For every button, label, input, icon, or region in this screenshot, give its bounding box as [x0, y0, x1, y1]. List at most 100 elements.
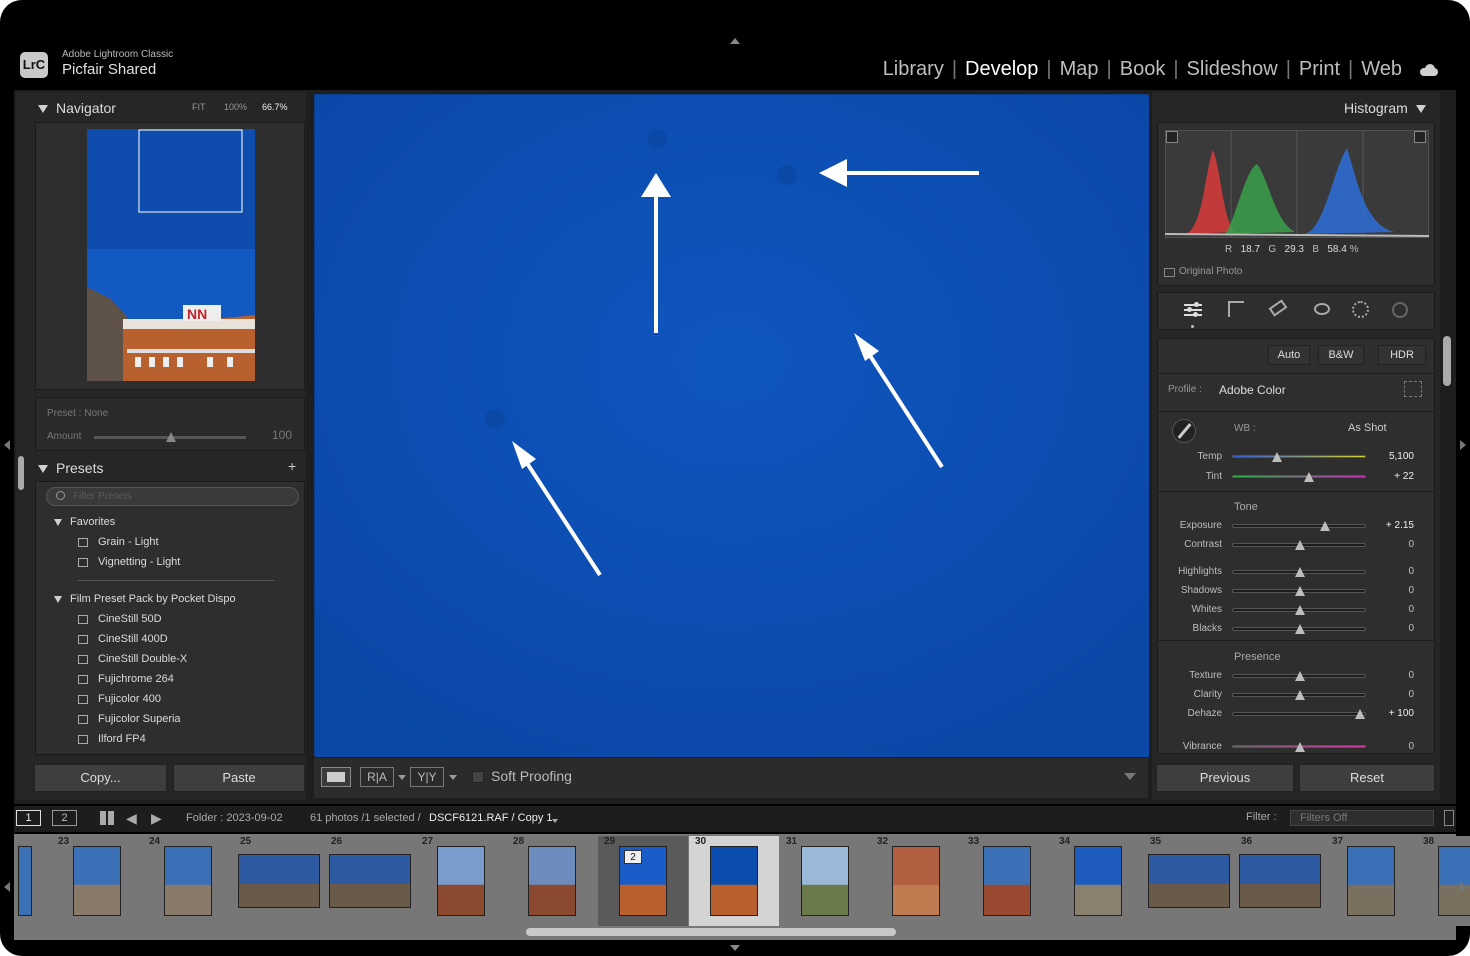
masking-icon[interactable]: [1352, 301, 1369, 318]
filmstrip-cell[interactable]: 31: [780, 836, 870, 926]
slider-track[interactable]: [1232, 540, 1366, 550]
presets-header[interactable]: Presets: [38, 460, 103, 476]
secondary-window-button[interactable]: 2: [52, 810, 77, 826]
slider-track[interactable]: [1232, 452, 1366, 462]
bw-button[interactable]: B&W: [1318, 345, 1364, 365]
folder-source[interactable]: Folder : 2023-09-02: [186, 812, 283, 824]
primary-window-button[interactable]: 1: [16, 810, 41, 826]
slider-track[interactable]: [1232, 472, 1366, 482]
slider-value[interactable]: 5,100: [1389, 451, 1414, 462]
filmstrip-left-toggle-icon[interactable]: [4, 882, 10, 892]
filmstrip-cell[interactable]: 35: [1144, 836, 1234, 926]
histogram-header[interactable]: Histogram: [1344, 100, 1426, 116]
before-after-yy-button[interactable]: Y|Y: [410, 767, 444, 787]
slider-value[interactable]: 0: [1408, 566, 1414, 577]
slider-value[interactable]: 0: [1408, 585, 1414, 596]
slider-thumb-icon[interactable]: [1295, 671, 1305, 681]
filter-lock-icon[interactable]: [1444, 810, 1454, 826]
filmstrip-cell[interactable]: 37: [1326, 836, 1416, 926]
slider-track[interactable]: [1232, 605, 1366, 615]
filmstrip-cell[interactable]: 30: [689, 836, 779, 926]
filmstrip-right-toggle-icon[interactable]: [1460, 882, 1466, 892]
slider-shadows[interactable]: Shadows 0: [1160, 583, 1428, 599]
filmstrip-scrollbar[interactable]: [526, 928, 896, 936]
hdr-button[interactable]: HDR: [1378, 345, 1426, 365]
slider-track[interactable]: [1232, 567, 1366, 577]
slider-value[interactable]: + 22: [1394, 471, 1414, 482]
filmstrip-thumbnail[interactable]: [437, 846, 485, 916]
slider-value[interactable]: 0: [1408, 539, 1414, 550]
slider-thumb-icon[interactable]: [1295, 586, 1305, 596]
filmstrip-thumbnail[interactable]: [1239, 854, 1321, 908]
filter-dropdown[interactable]: Filters Off: [1290, 810, 1434, 826]
slider-value[interactable]: 0: [1408, 670, 1414, 681]
preset-fujichrome-264[interactable]: Fujichrome 264: [54, 669, 294, 689]
slider-thumb-icon[interactable]: [1295, 742, 1305, 752]
auto-button[interactable]: Auto: [1268, 345, 1310, 365]
slider-dehaze[interactable]: Dehaze + 100: [1160, 706, 1428, 722]
left-scroll-handle[interactable]: [18, 456, 24, 490]
forward-arrow-icon[interactable]: ▶: [151, 811, 162, 825]
profile-dropdown[interactable]: Adobe Color: [1219, 383, 1286, 397]
bottom-panel-toggle-icon[interactable]: [730, 945, 740, 951]
paste-button[interactable]: Paste: [173, 764, 305, 792]
slider-track[interactable]: [1232, 521, 1366, 531]
filmstrip-thumbnail[interactable]: [983, 846, 1031, 916]
slider-thumb-icon[interactable]: [1295, 540, 1305, 550]
slider-thumb-icon[interactable]: [1295, 624, 1305, 634]
reset-button[interactable]: Reset: [1299, 764, 1435, 792]
filmstrip-thumbnail[interactable]: [1148, 854, 1230, 908]
navigator-header[interactable]: Navigator: [38, 100, 116, 116]
slider-track[interactable]: [1232, 709, 1366, 719]
histogram-graph[interactable]: [1165, 130, 1429, 238]
filename-chevron-icon[interactable]: [552, 819, 558, 823]
slider-vibrance[interactable]: Vibrance 0: [1160, 739, 1428, 755]
healing-eraser-icon[interactable]: [1268, 299, 1288, 317]
slider-value[interactable]: 0: [1408, 689, 1414, 700]
filmstrip-thumbnail[interactable]: [801, 846, 849, 916]
slider-highlights[interactable]: Highlights 0: [1160, 564, 1428, 580]
slider-value[interactable]: 0: [1408, 741, 1414, 752]
module-library[interactable]: Library: [877, 58, 950, 81]
toolbar-menu-chevron-icon[interactable]: [1124, 773, 1136, 780]
preset-fujicolor-400[interactable]: Fujicolor 400: [54, 689, 294, 709]
slider-value[interactable]: + 100: [1389, 708, 1414, 719]
filmstrip-cell[interactable]: 27: [416, 836, 506, 926]
module-map[interactable]: Map: [1054, 58, 1105, 81]
slider-thumb-icon[interactable]: [1272, 452, 1283, 462]
slider-track[interactable]: [1232, 742, 1366, 752]
before-after-ra-button[interactable]: R|A: [360, 767, 394, 787]
filmstrip-thumbnail[interactable]: [1438, 846, 1470, 916]
slider-blacks[interactable]: Blacks 0: [1160, 621, 1428, 637]
slider-whites[interactable]: Whites 0: [1160, 602, 1428, 618]
filmstrip-cell[interactable]: 24: [143, 836, 233, 926]
module-web[interactable]: Web: [1355, 58, 1408, 81]
slider-thumb-icon[interactable]: [1295, 690, 1305, 700]
preset-grain-light[interactable]: Grain - Light: [54, 532, 294, 552]
shadow-clipping-icon[interactable]: [1166, 131, 1178, 143]
preset-cinestill-double-x[interactable]: CineStill Double-X: [54, 649, 294, 669]
slider-contrast[interactable]: Contrast 0: [1160, 537, 1428, 553]
filmstrip-cell[interactable]: 36: [1235, 836, 1325, 926]
filmstrip-thumbnail[interactable]: [164, 846, 212, 916]
cloud-sync-icon[interactable]: [1418, 63, 1440, 76]
navigator-zoom-fit[interactable]: FIT: [192, 102, 206, 112]
selected-filename[interactable]: DSCF6121.RAF / Copy 1: [429, 812, 553, 824]
original-photo-checkbox[interactable]: [1164, 268, 1175, 277]
preset-cinestill-50d[interactable]: CineStill 50D: [54, 609, 294, 629]
soft-proofing-checkbox[interactable]: [472, 771, 484, 783]
preset-fujicolor-superia[interactable]: Fujicolor Superia: [54, 709, 294, 729]
module-book[interactable]: Book: [1114, 58, 1172, 81]
slider-track[interactable]: [1232, 624, 1366, 634]
chevron-down-icon[interactable]: [449, 775, 457, 780]
add-preset-icon[interactable]: +: [288, 458, 296, 474]
group-favorites-header[interactable]: Favorites: [54, 512, 294, 532]
slider-thumb-icon[interactable]: [1295, 567, 1305, 577]
amount-slider-thumb-icon[interactable]: [166, 432, 176, 442]
module-slideshow[interactable]: Slideshow: [1181, 58, 1284, 81]
loupe-view-button[interactable]: [321, 767, 351, 787]
right-panel-toggle-icon[interactable]: [1460, 440, 1466, 450]
top-panel-toggle-icon[interactable]: [730, 38, 740, 44]
left-panel-toggle-icon[interactable]: [4, 440, 10, 450]
slider-clarity[interactable]: Clarity 0: [1160, 687, 1428, 703]
